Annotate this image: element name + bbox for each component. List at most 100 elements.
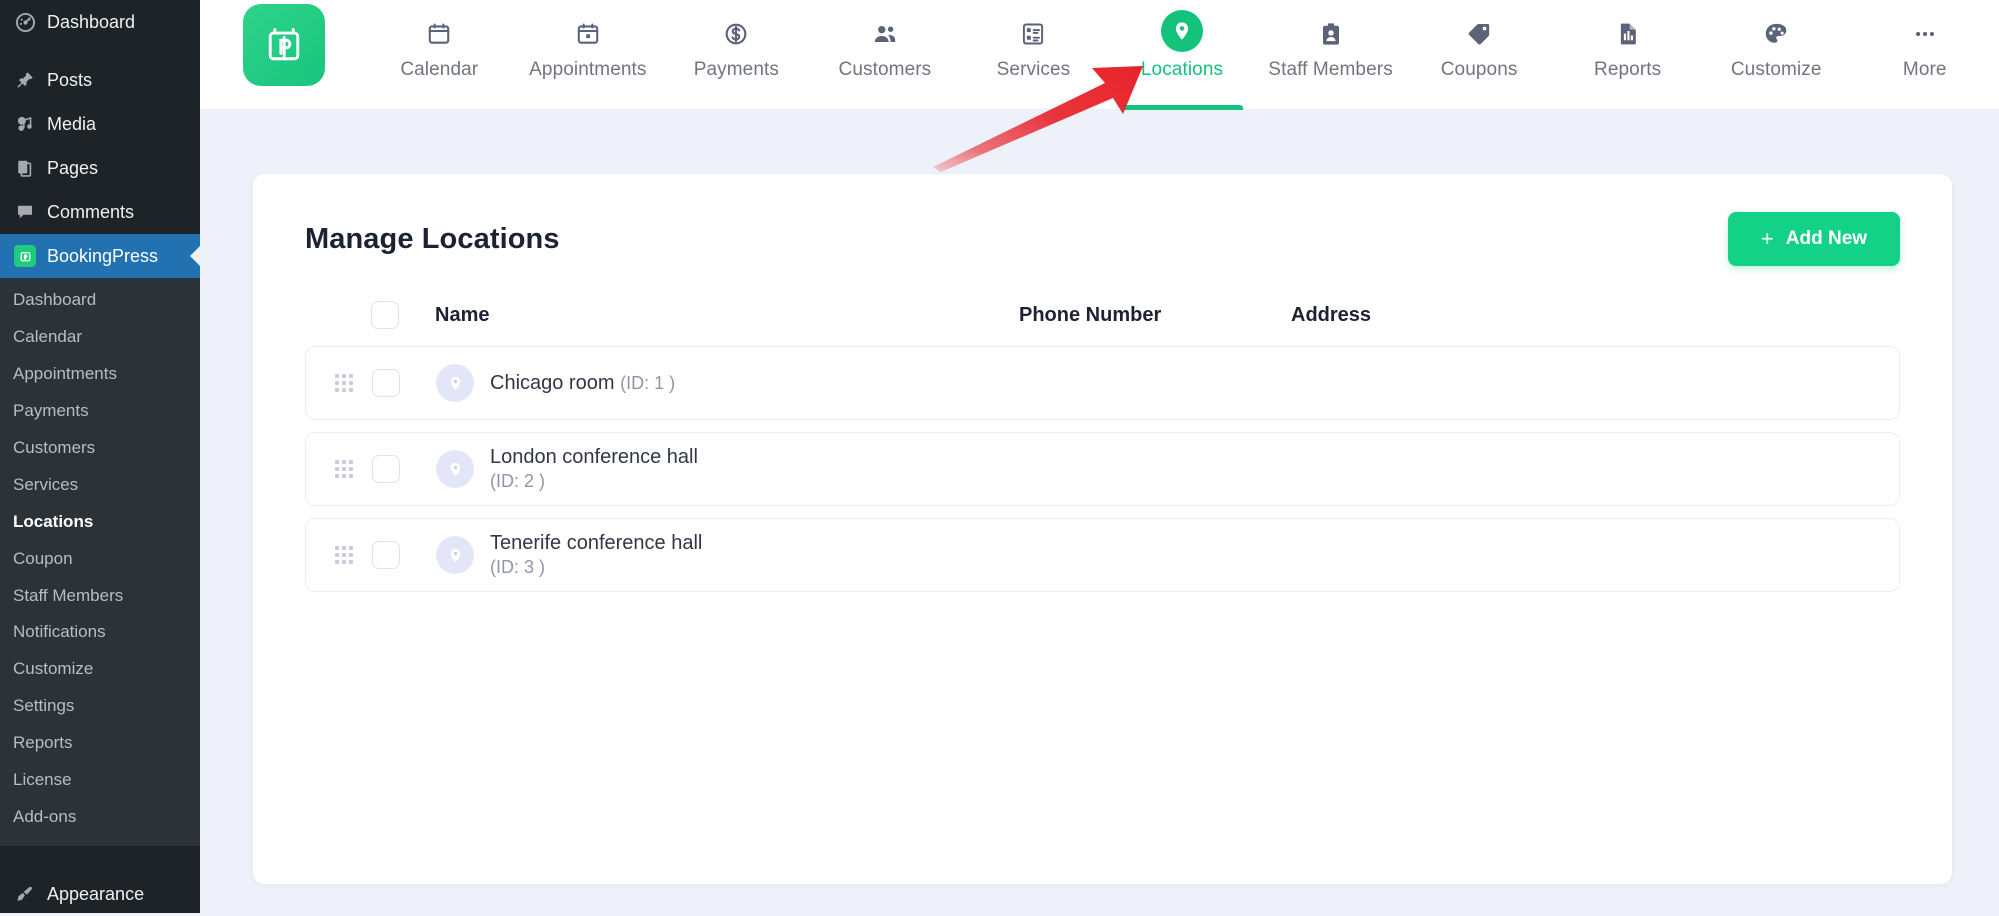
tab-reports[interactable]: Reports (1553, 0, 1702, 110)
column-header-address: Address (1291, 303, 1372, 326)
submenu-item-reports[interactable]: Reports (0, 725, 200, 762)
locations-list: Chicago room (ID: 1 ) London conference h… (305, 346, 1900, 592)
tab-label: Appointments (529, 59, 647, 80)
add-new-label: Add New (1785, 228, 1868, 249)
pages-icon (12, 157, 38, 179)
location-name-text: London conference hall (ID: 2 ) (490, 445, 698, 493)
tab-label: Reports (1594, 59, 1662, 80)
card-header: Manage Locations + Add New (305, 210, 1900, 268)
bookingpress-logo-icon[interactable] (243, 4, 325, 86)
sidebar-item-label: Posts (47, 69, 93, 90)
submenu-item-label: Locations (13, 511, 94, 531)
sidebar-item-appearance[interactable]: Appearance (0, 872, 200, 916)
tab-customers[interactable]: Customers (811, 0, 960, 110)
tab-services[interactable]: Services (959, 0, 1108, 110)
sidebar-item-comments[interactable]: Comments (0, 190, 200, 234)
tab-calendar[interactable]: Calendar (365, 0, 514, 110)
submenu-item-coupon[interactable]: Coupon (0, 541, 200, 578)
tag-icon (1466, 18, 1492, 50)
submenu-item-label: Payments (13, 400, 89, 420)
tab-label: Services (996, 59, 1071, 80)
location-name: Chicago room (490, 371, 615, 394)
submenu-item-license[interactable]: License (0, 762, 200, 799)
drag-handle-icon[interactable] (316, 460, 372, 478)
submenu-item-notifications[interactable]: Notifications (0, 614, 200, 651)
customers-icon (872, 18, 898, 50)
row-checkbox[interactable] (372, 455, 400, 483)
palette-icon (1763, 18, 1789, 50)
submenu-item-label: Services (13, 474, 79, 494)
tab-staff-members[interactable]: Staff Members (1256, 0, 1405, 110)
tab-label: Customize (1730, 59, 1822, 80)
services-icon (1020, 18, 1046, 50)
column-header-name: Name (435, 303, 490, 326)
tab-label: Staff Members (1268, 59, 1393, 80)
manage-locations-card: Manage Locations + Add New Name Phone Nu… (252, 173, 1953, 885)
submenu-item-appointments[interactable]: Appointments (0, 356, 200, 393)
paintbrush-icon (12, 883, 38, 905)
submenu-item-label: Notifications (13, 622, 106, 642)
submenu-item-calendar[interactable]: Calendar (0, 319, 200, 356)
submenu-item-services[interactable]: Services (0, 467, 200, 504)
column-header-phone: Phone Number (1019, 303, 1162, 326)
sidebar-item-label: BookingPress (47, 245, 159, 266)
bookingpress-top-navigation: Calendar Appointments Payments Customers Ser… (200, 0, 1999, 110)
nav-tab-list: Calendar Appointments Payments Customers Ser… (325, 0, 1999, 110)
tab-label: Calendar (400, 59, 479, 80)
location-id: (ID: 3 ) (490, 557, 546, 578)
sidebar-spacer (0, 846, 200, 873)
submenu-item-label: Staff Members (13, 585, 124, 605)
sidebar-item-label: Pages (47, 157, 99, 178)
submenu-item-settings[interactable]: Settings (0, 688, 200, 725)
submenu-item-label: Coupon (13, 548, 73, 568)
submenu-item-label: Customize (13, 659, 94, 679)
location-name-cell: Tenerife conference hall (ID: 3 ) (400, 531, 1020, 579)
table-row[interactable]: London conference hall (ID: 2 ) (305, 432, 1900, 506)
row-checkbox[interactable] (372, 369, 400, 397)
location-name-text: Chicago room (ID: 1 ) (490, 371, 675, 396)
location-id: (ID: 1 ) (620, 372, 676, 393)
submenu-item-dashboard[interactable]: Dashboard (0, 282, 200, 319)
submenu-item-payments[interactable]: Payments (0, 393, 200, 430)
select-all-checkbox[interactable] (371, 301, 399, 329)
row-checkbox[interactable] (372, 541, 400, 569)
sidebar-item-media[interactable]: Media (0, 102, 200, 146)
location-pin-icon (436, 364, 474, 402)
add-new-button[interactable]: + Add New (1728, 212, 1900, 266)
submenu-item-customers[interactable]: Customers (0, 430, 200, 467)
tab-coupons[interactable]: Coupons (1405, 0, 1554, 110)
bookingpress-icon (12, 245, 38, 267)
location-id: (ID: 2 ) (490, 471, 546, 492)
tab-customize[interactable]: Customize (1702, 0, 1851, 110)
ellipsis-icon (1912, 18, 1938, 50)
calendar-icon (426, 18, 452, 50)
location-name: Tenerife conference hall (490, 532, 703, 555)
table-row[interactable]: Tenerife conference hall (ID: 3 ) (305, 518, 1900, 592)
dashboard-icon (12, 11, 38, 33)
report-icon (1615, 18, 1641, 50)
drag-handle-icon[interactable] (316, 546, 372, 564)
submenu-item-locations[interactable]: Locations (0, 504, 200, 541)
tab-locations[interactable]: Locations (1108, 0, 1257, 110)
tab-more[interactable]: More (1850, 0, 1999, 110)
location-name-text: Tenerife conference hall (ID: 3 ) (490, 531, 702, 579)
tab-label: Coupons (1440, 59, 1518, 80)
submenu-item-add-ons[interactable]: Add-ons (0, 799, 200, 836)
location-name-cell: London conference hall (ID: 2 ) (400, 445, 1020, 493)
location-pin-icon (436, 450, 474, 488)
drag-handle-icon[interactable] (316, 374, 372, 392)
sidebar-item-bookingpress[interactable]: BookingPress (0, 234, 201, 278)
main-content-area: Manage Locations + Add New Name Phone Nu… (200, 110, 1999, 913)
tab-appointments[interactable]: Appointments (514, 0, 663, 110)
table-row[interactable]: Chicago room (ID: 1 ) (305, 346, 1900, 420)
location-name-cell: Chicago room (ID: 1 ) (400, 364, 1020, 402)
tab-label: Payments (693, 59, 779, 80)
sidebar-item-dashboard[interactable]: Dashboard (0, 0, 200, 44)
sidebar-item-posts[interactable]: Posts (0, 58, 200, 102)
sidebar-item-pages[interactable]: Pages (0, 146, 200, 190)
submenu-item-staff-members[interactable]: Staff Members (0, 578, 200, 615)
submenu-item-customize[interactable]: Customize (0, 651, 200, 688)
tab-payments[interactable]: Payments (662, 0, 811, 110)
submenu-item-label: Reports (13, 733, 73, 753)
submenu-item-label: Customers (13, 437, 96, 457)
